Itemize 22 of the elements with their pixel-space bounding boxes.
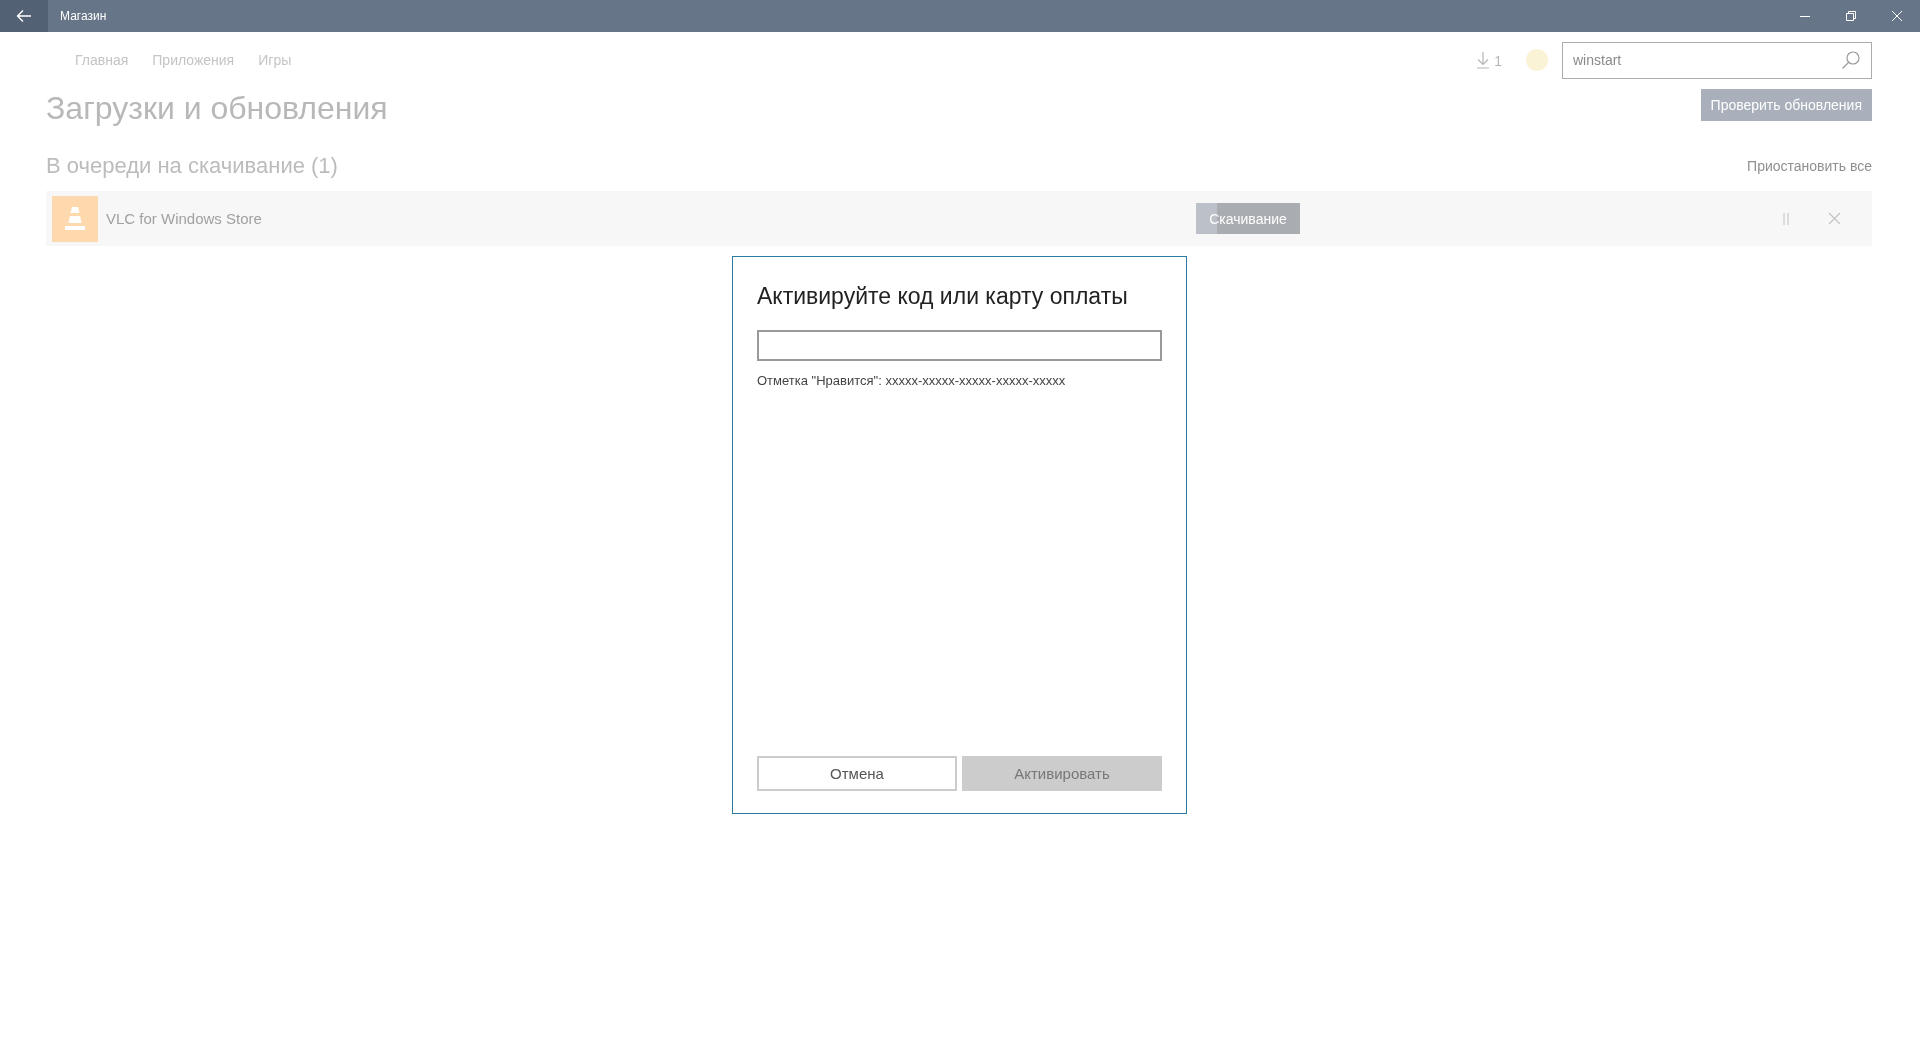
back-arrow-icon[interactable] xyxy=(16,9,32,23)
window-title: Магазин xyxy=(60,9,107,23)
nav-tab[interactable]: Главная xyxy=(75,52,129,68)
nav-tab[interactable]: Игры xyxy=(258,52,292,68)
dialog-button[interactable]: Отмена xyxy=(757,756,957,791)
download-icon[interactable] xyxy=(1476,51,1491,69)
section-heading: В очереди на скачивание (1) xyxy=(46,153,338,179)
page-title: Загрузки и обновления xyxy=(46,90,388,127)
search-field[interactable]: winstart xyxy=(1562,41,1872,79)
downloads-button[interactable]: 1 xyxy=(1476,51,1502,69)
search-icon[interactable] xyxy=(1841,50,1861,70)
pause-all-link[interactable]: Приостановить все xyxy=(1747,158,1872,174)
back-button[interactable] xyxy=(0,0,48,32)
restore-icon[interactable] xyxy=(1845,10,1857,22)
app-name: VLC for Windows Store xyxy=(106,210,263,227)
check-updates-button[interactable]: Проверить обновления xyxy=(1700,89,1872,121)
dialog-title: Активируйте код или карту оплаты xyxy=(757,283,1129,310)
code-input-field[interactable] xyxy=(757,330,1162,361)
nav-tab[interactable]: Приложения xyxy=(152,52,235,68)
download-status: Скачивание xyxy=(1209,210,1287,227)
format-hint: Отметка "Нравится": xxxxx-xxxxx-xxxxx-xxxxx-xxxxx xyxy=(757,373,1067,388)
traffic-cone-icon xyxy=(52,195,98,242)
